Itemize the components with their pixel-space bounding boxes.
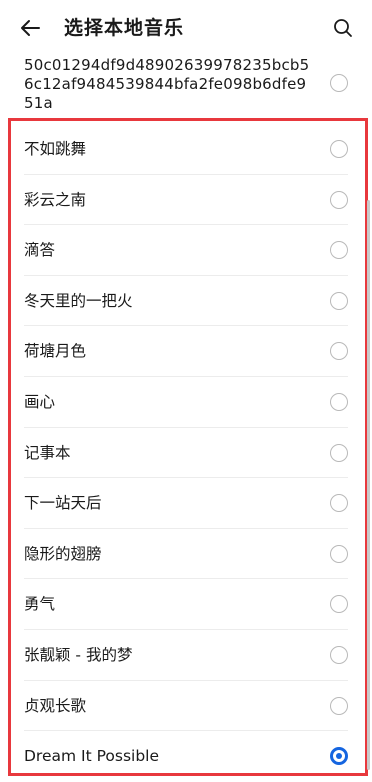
- song-label: 下一站天后: [24, 494, 102, 513]
- radio-button[interactable]: [330, 595, 348, 614]
- song-item[interactable]: 贞观长歌: [0, 681, 372, 732]
- song-label: 贞观长歌: [24, 696, 87, 715]
- song-item[interactable]: 勇气: [0, 579, 372, 630]
- search-icon: [334, 19, 352, 37]
- radio-button[interactable]: [330, 291, 348, 310]
- song-label: 隐形的翅膀: [24, 544, 102, 563]
- radio-button[interactable]: [330, 696, 348, 715]
- song-label: 张靓颖 - 我的梦: [24, 645, 133, 664]
- song-label: 记事本: [24, 443, 71, 462]
- song-item[interactable]: 荷塘月色: [0, 326, 372, 377]
- radio-button[interactable]: [330, 443, 348, 462]
- radio-button[interactable]: [330, 392, 348, 411]
- radio-button[interactable]: [330, 74, 348, 92]
- search-button[interactable]: [328, 14, 358, 42]
- song-label: 不如跳舞: [24, 140, 87, 158]
- song-item[interactable]: 滴答: [0, 225, 372, 276]
- song-label: 勇气: [24, 595, 56, 614]
- song-item[interactable]: 画心: [0, 377, 372, 428]
- radio-button[interactable]: [330, 494, 348, 513]
- arrow-left-icon: [21, 20, 40, 36]
- radio-button[interactable]: [330, 241, 348, 260]
- song-list: 不如跳舞彩云之南滴答冬天里的一把火 荷塘月色画心记事本下一站天后隐形的翅膀勇气张靓…: [0, 124, 372, 782]
- song-item[interactable]: 下一站天后: [0, 478, 372, 529]
- song-item[interactable]: 彩云之南: [0, 175, 372, 226]
- song-label: 滴答: [24, 241, 56, 260]
- song-label: Dream It Possible: [24, 747, 160, 766]
- song-label: 荷塘月色: [24, 342, 87, 361]
- song-item[interactable]: 冬天里的一把火: [0, 276, 372, 327]
- radio-button[interactable]: [330, 544, 348, 563]
- list-item-label: 50c01294df9d48902639978235bcb56c12af9484…: [24, 56, 310, 112]
- song-label: 冬天里的一把火: [24, 291, 133, 310]
- radio-button[interactable]: [330, 190, 348, 209]
- song-item[interactable]: 记事本: [0, 428, 372, 479]
- song-item[interactable]: 不如跳舞: [0, 124, 372, 175]
- radio-button[interactable]: [330, 342, 348, 361]
- header: 选择本地音乐: [0, 0, 372, 56]
- back-button[interactable]: [14, 14, 46, 42]
- scrollbar[interactable]: [367, 200, 370, 770]
- song-item[interactable]: Dream It Possible: [0, 731, 372, 782]
- song-label: 画心: [24, 392, 56, 411]
- radio-button[interactable]: [330, 645, 348, 664]
- list-item-file[interactable]: 50c01294df9d48902639978235bcb56c12af9484…: [0, 56, 372, 114]
- page-title: 选择本地音乐: [64, 17, 185, 39]
- radio-button-selected[interactable]: [330, 747, 348, 766]
- song-item[interactable]: 张靓颖 - 我的梦: [0, 630, 372, 681]
- radio-button[interactable]: [330, 140, 348, 158]
- song-item[interactable]: 隐形的翅膀: [0, 529, 372, 580]
- song-label: 彩云之南: [24, 190, 87, 209]
